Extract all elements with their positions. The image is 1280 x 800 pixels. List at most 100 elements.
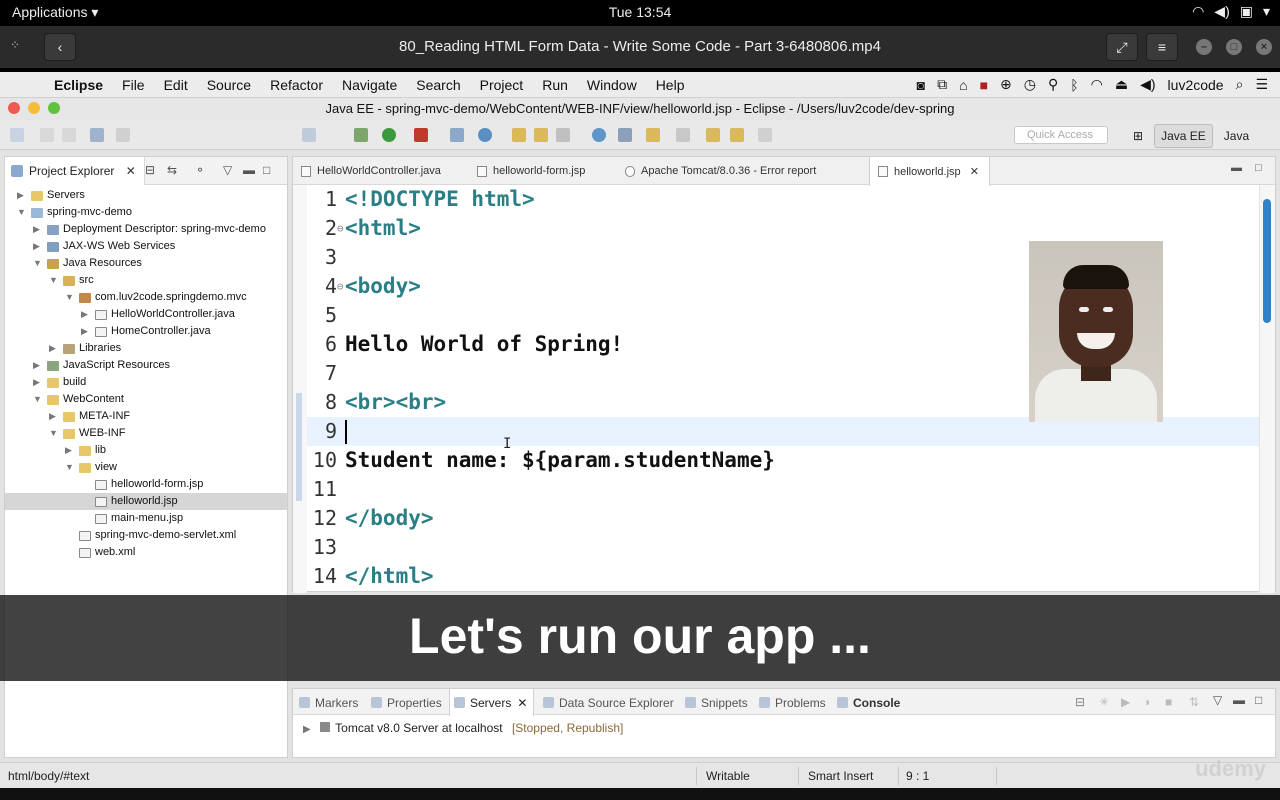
editor-scrollbar[interactable]	[1259, 185, 1275, 593]
menu-edit[interactable]: Edit	[164, 77, 188, 93]
collapse-arrow-icon[interactable]: ▼	[33, 391, 43, 408]
menu-run[interactable]: Run	[542, 77, 568, 93]
code-line[interactable]: 1 <!DOCTYPE html>	[307, 185, 1261, 214]
view-menu-icon[interactable]: ▽	[1213, 693, 1222, 707]
tree-item[interactable]: ▼ WEB-INF	[5, 425, 287, 442]
web-browser-icon[interactable]	[592, 128, 606, 142]
expand-arrow-icon[interactable]: ▶	[81, 323, 91, 340]
tab-servers[interactable]: Servers ✕	[449, 689, 535, 716]
menu-source[interactable]: Source	[207, 77, 251, 93]
record-icon[interactable]: ■	[980, 77, 988, 93]
back-history-icon[interactable]	[730, 128, 744, 142]
notifications-icon[interactable]: ☰	[1255, 76, 1268, 93]
home-icon[interactable]: ⌂	[959, 77, 967, 93]
save-all-icon[interactable]	[62, 128, 76, 142]
new-server-icon[interactable]	[450, 128, 464, 142]
volume-icon[interactable]: ◀)	[1140, 76, 1155, 93]
menu-project[interactable]: Project	[480, 77, 524, 93]
wifi-icon[interactable]: ◠	[1192, 3, 1204, 20]
tree-item[interactable]: ▶ Libraries	[5, 340, 287, 357]
power-icon[interactable]: ▾	[1263, 3, 1270, 20]
run-icon[interactable]	[382, 128, 396, 142]
tree-item[interactable]: ▼ src	[5, 272, 287, 289]
bluetooth-icon[interactable]: ᛒ	[1070, 77, 1078, 93]
code-line[interactable]: 14 </html>	[307, 562, 1261, 591]
expand-arrow-icon[interactable]: ▶	[49, 340, 59, 357]
open-task-icon[interactable]	[534, 128, 548, 142]
system-clock[interactable]: Tue 13:54	[0, 4, 1280, 20]
start-server-icon[interactable]: ▶	[1121, 695, 1130, 709]
expand-arrow-icon[interactable]: ▶	[33, 357, 43, 374]
collapse-arrow-icon[interactable]: ▼	[17, 204, 27, 221]
save-icon[interactable]	[40, 128, 54, 142]
collapse-arrow-icon[interactable]: ▼	[33, 255, 43, 272]
tree-item[interactable]: ▶ META-INF	[5, 408, 287, 425]
profile-server-icon[interactable]: ◑	[1143, 695, 1150, 709]
tree-item[interactable]: ▶ Deployment Descriptor: spring-mvc-demo	[5, 221, 287, 238]
collapse-arrow-icon[interactable]: ▼	[65, 459, 75, 476]
quick-access-input[interactable]: Quick Access	[1014, 126, 1108, 144]
menu-file[interactable]: File	[122, 77, 145, 93]
last-edit-icon[interactable]	[676, 128, 690, 142]
new-icon[interactable]	[10, 128, 24, 142]
menu-search[interactable]: Search	[416, 77, 460, 93]
open-type-icon[interactable]	[512, 128, 526, 142]
tree-item[interactable]: helloworld-form.jsp	[5, 476, 287, 493]
expand-arrow-icon[interactable]: ▶	[33, 374, 43, 391]
stop-server-icon[interactable]: ■	[1165, 695, 1172, 709]
collapse-arrow-icon[interactable]: ▼	[65, 289, 75, 306]
tree-item[interactable]: ▶ HomeController.java	[5, 323, 287, 340]
tab-console[interactable]: Console	[833, 689, 906, 715]
external-tools-icon[interactable]	[414, 128, 428, 142]
expand-arrow-icon[interactable]: ▶	[33, 221, 43, 238]
menu-help[interactable]: Help	[656, 77, 685, 93]
eject-icon[interactable]: ⏏	[1115, 76, 1128, 93]
tree-item[interactable]: ▶ JavaScript Resources	[5, 357, 287, 374]
search-icon[interactable]	[556, 128, 570, 142]
fold-icon[interactable]: ⊖	[337, 272, 344, 301]
tab-project-explorer[interactable]: Project Explorer ✕	[5, 157, 145, 185]
debug-server-icon[interactable]: ✳	[1099, 695, 1109, 709]
expand-arrow-icon[interactable]: ▶	[49, 408, 59, 425]
minimize-window-button[interactable]: –	[1196, 39, 1212, 55]
collapse-all-icon[interactable]: ⊟	[145, 163, 155, 177]
perspective-java-ee[interactable]: Java EE	[1154, 124, 1213, 148]
fullscreen-button[interactable]: ⤢	[1106, 33, 1138, 61]
menu-eclipse[interactable]: Eclipse	[54, 77, 103, 93]
camera-icon[interactable]: ◙	[917, 77, 925, 93]
close-icon[interactable]: ✕	[970, 166, 979, 178]
menu-refactor[interactable]: Refactor	[270, 77, 323, 93]
maximize-window-button[interactable]: □	[1226, 39, 1242, 55]
skip-breakpoints-icon[interactable]	[116, 128, 130, 142]
debug-icon[interactable]	[354, 128, 368, 142]
screen-share-icon[interactable]: ▣	[1240, 3, 1253, 20]
tree-item[interactable]: ▶ build	[5, 374, 287, 391]
tree-item[interactable]: ▶ JAX-WS Web Services	[5, 238, 287, 255]
tab-snippets[interactable]: Snippets	[681, 689, 754, 715]
tree-item[interactable]: helloworld.jsp	[5, 493, 287, 510]
filter-icon[interactable]: ⚬	[195, 163, 205, 177]
open-perspective-icon[interactable]: ⊞	[1126, 124, 1150, 148]
forward-icon[interactable]	[758, 128, 772, 142]
tree-item[interactable]: ▼ WebContent	[5, 391, 287, 408]
publish-icon[interactable]: ⇅	[1189, 695, 1199, 709]
tree-item[interactable]: main-menu.jsp	[5, 510, 287, 527]
minimize-view-icon[interactable]: ▬	[1231, 162, 1242, 174]
minimize-view-icon[interactable]: ▬	[1233, 693, 1245, 707]
code-line[interactable]: 2 ⊖ <html>	[307, 214, 1261, 243]
collapse-icon[interactable]: ⊟	[1075, 695, 1085, 709]
view-menu-icon[interactable]: ▽	[223, 163, 232, 177]
user-menu[interactable]: luv2code	[1168, 77, 1224, 93]
menu-window[interactable]: Window	[587, 77, 637, 93]
editor-tab-helloworld[interactable]: helloworld.jsp ✕	[869, 157, 990, 186]
tree-item[interactable]: ▼ spring-mvc-demo	[5, 204, 287, 221]
editor-tab-helloworld-form[interactable]: helloworld-form.jsp	[469, 157, 595, 185]
server-entry[interactable]: ▶ Tomcat v8.0 Server at localhost [Stopp…	[303, 721, 623, 735]
tree-item[interactable]: web.xml	[5, 544, 287, 561]
tree-item[interactable]: ▶ lib	[5, 442, 287, 459]
tree-item[interactable]: ▼ view	[5, 459, 287, 476]
window-icon[interactable]: ⧉	[937, 76, 947, 93]
expand-arrow-icon[interactable]: ▶	[17, 187, 27, 204]
collapse-arrow-icon[interactable]: ▼	[49, 272, 59, 289]
binoculars-icon[interactable]: ⚲	[1048, 76, 1058, 93]
